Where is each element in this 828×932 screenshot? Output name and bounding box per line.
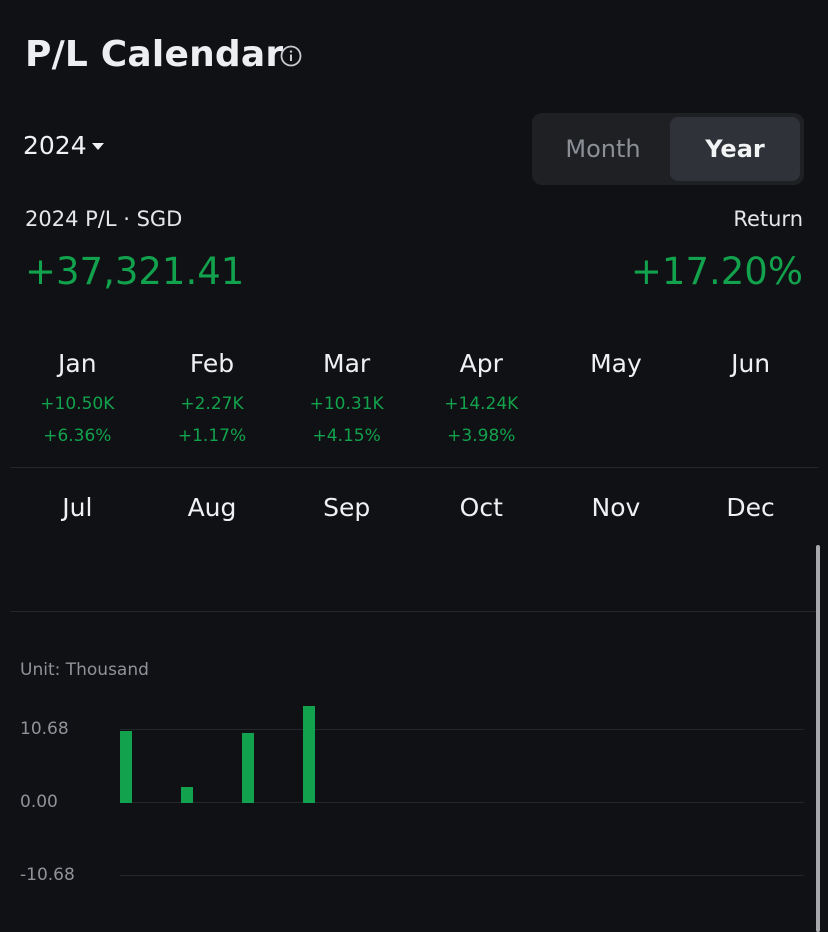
month-pl: +2.27K xyxy=(180,394,244,414)
month-pl: +10.31K xyxy=(309,394,384,414)
y-tick-top: 10.68 xyxy=(20,719,69,739)
caret-down-icon xyxy=(91,143,104,150)
month-toggle-button[interactable]: Month xyxy=(536,117,670,181)
month-name: Jan xyxy=(58,349,97,378)
return-label: Return xyxy=(733,207,803,231)
row-divider xyxy=(10,467,818,468)
month-return: +6.36% xyxy=(43,426,112,446)
chart-unit-label: Unit: Thousand xyxy=(20,660,149,680)
months-row-2: Jul Aug Sep Oct Nov Dec xyxy=(10,491,818,525)
month-pl: +10.50K xyxy=(40,394,115,414)
month-cell-may[interactable]: May xyxy=(549,347,684,447)
y-tick-bottom: -10.68 xyxy=(20,865,75,885)
page-title: P/L Calendar xyxy=(25,34,284,75)
month-cell-sep[interactable]: Sep xyxy=(279,491,414,525)
month-name: Apr xyxy=(459,349,503,378)
month-cell-oct[interactable]: Oct xyxy=(414,491,549,525)
month-cell-dec[interactable]: Dec xyxy=(683,491,818,525)
info-circle-icon[interactable] xyxy=(280,45,302,67)
year-dropdown[interactable]: 2024 xyxy=(23,131,104,160)
months-row-1: Jan +10.50K +6.36% Feb +2.27K +1.17% Mar… xyxy=(10,347,818,447)
month-return: +1.17% xyxy=(177,426,247,446)
month-name: May xyxy=(590,349,642,378)
month-name: Feb xyxy=(189,349,235,378)
month-return: +4.15% xyxy=(312,426,381,446)
month-cell-aug[interactable]: Aug xyxy=(145,491,280,525)
gridline-bottom xyxy=(120,875,804,876)
month-cell-mar[interactable]: Mar +10.31K +4.15% xyxy=(279,347,414,447)
year-dropdown-value: 2024 xyxy=(23,131,87,160)
month-cell-jan[interactable]: Jan +10.50K +6.36% xyxy=(10,347,145,447)
month-name: Mar xyxy=(323,349,371,378)
bar-apr[interactable] xyxy=(303,705,315,803)
month-pl: +14.24K xyxy=(444,394,519,414)
month-name: Jul xyxy=(62,493,93,522)
bar-feb[interactable] xyxy=(181,787,193,803)
y-tick-zero: 0.00 xyxy=(20,792,58,812)
month-cell-apr[interactable]: Apr +14.24K +3.98% xyxy=(414,347,549,447)
month-name: Nov xyxy=(591,493,641,522)
month-cell-nov[interactable]: Nov xyxy=(549,491,684,525)
section-divider xyxy=(10,611,818,612)
month-cell-jun[interactable]: Jun xyxy=(683,347,818,447)
view-toggle: Month Year xyxy=(532,113,804,185)
month-name: Oct xyxy=(459,493,503,522)
month-name: Sep xyxy=(323,493,371,522)
month-cell-jul[interactable]: Jul xyxy=(10,491,145,525)
month-name: Jun xyxy=(731,349,771,378)
gridline-top xyxy=(120,729,804,730)
pl-value: +37,321.41 xyxy=(25,250,245,293)
scrollbar[interactable] xyxy=(816,545,820,932)
pl-label: 2024 P/L · SGD xyxy=(25,207,183,231)
gridline-zero xyxy=(120,802,804,803)
month-cell-feb[interactable]: Feb +2.27K +1.17% xyxy=(145,347,280,447)
bar-mar[interactable] xyxy=(242,732,254,803)
year-toggle-button[interactable]: Year xyxy=(670,117,800,181)
month-name: Aug xyxy=(187,493,237,522)
month-return: +3.98% xyxy=(447,426,516,446)
bar-jan[interactable] xyxy=(120,731,132,803)
return-value: +17.20% xyxy=(630,250,803,293)
month-name: Dec xyxy=(726,493,775,522)
